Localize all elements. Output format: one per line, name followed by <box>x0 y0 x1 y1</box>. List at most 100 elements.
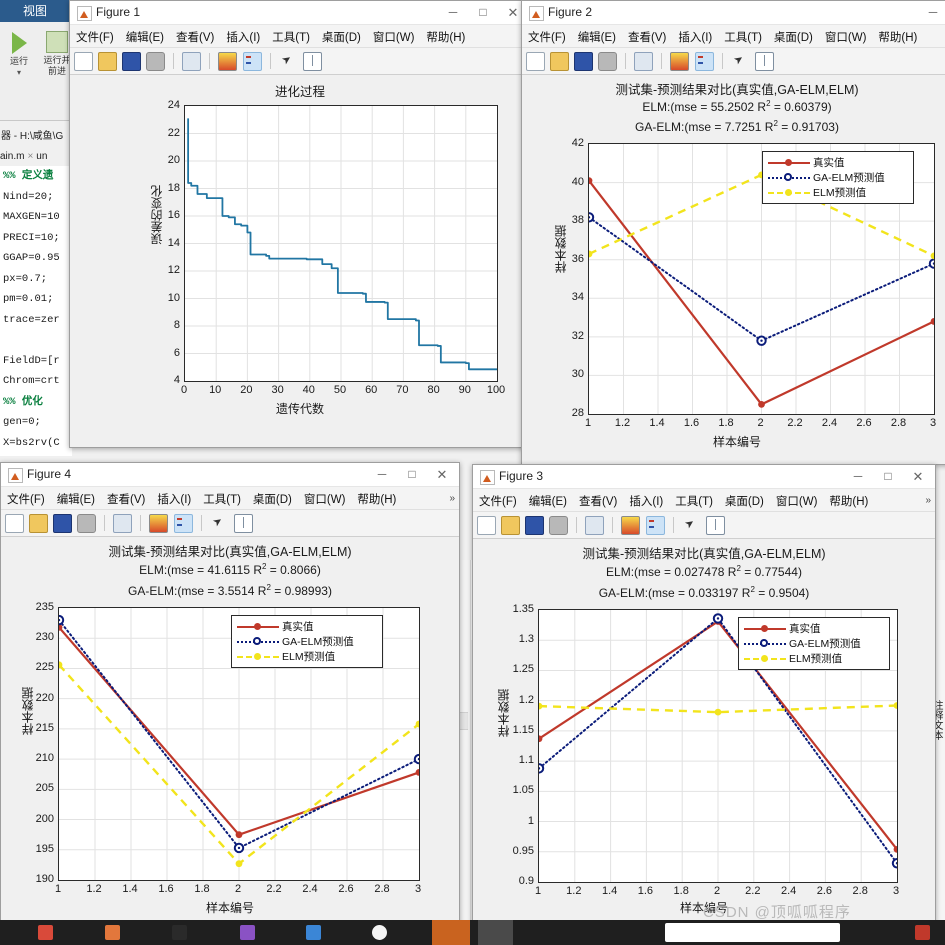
minimize-button[interactable]: ─ <box>843 465 873 488</box>
colorbar-icon[interactable] <box>621 516 641 535</box>
plot-properties-icon[interactable] <box>705 516 725 535</box>
new-figure-icon[interactable] <box>526 52 545 71</box>
taskbar-icon-1[interactable] <box>38 925 53 940</box>
figure4-titlebar[interactable]: Figure 4 ─ □ ✕ <box>1 463 459 487</box>
menu-edit[interactable]: 编辑(E) <box>120 25 170 45</box>
colorbar-icon[interactable] <box>670 52 690 71</box>
pointer-icon[interactable] <box>279 52 298 71</box>
run-button[interactable]: 运行 ▾ <box>2 28 36 78</box>
windows-taskbar[interactable] <box>0 920 945 945</box>
maximize-button[interactable]: □ <box>468 1 498 24</box>
figure2-menubar[interactable]: 文件(F) 编辑(E) 查看(V) 插入(I) 工具(T) 桌面(D) 窗口(W) 帮助(H) <box>522 25 945 48</box>
menu-help[interactable]: 帮助(H) <box>872 25 923 45</box>
taskbar-icon-4[interactable] <box>240 925 255 940</box>
menu-desktop[interactable]: 桌面(D) <box>768 25 819 45</box>
figure-window-2[interactable]: Figure 2 ─□ 文件(F)编辑(E)查看(V)插入(I)工具(T)桌面(… <box>521 0 945 465</box>
close-icon[interactable]: × <box>24 151 36 162</box>
editor-tab-next[interactable]: un <box>36 151 47 162</box>
taskbar-search-box[interactable] <box>665 923 840 942</box>
print-preview-icon[interactable] <box>634 52 654 71</box>
taskbar-icon-6[interactable] <box>372 925 387 940</box>
minimize-button[interactable]: ─ <box>367 463 397 486</box>
taskbar-icon-2[interactable] <box>105 925 120 940</box>
figure3-window-buttons[interactable]: ─ □ ✕ <box>843 465 933 488</box>
figure-window-4[interactable]: Figure 4 ─ □ ✕ 文件(F) 编辑(E) 查看(V) 插入(I) 工具(T) 桌面… <box>0 462 460 930</box>
figure3-menubar[interactable]: 文件(F) 编辑(E) 查看(V) 插入(I) 工具(T) 桌面(D) 窗口(W) 帮助(H)… <box>473 489 935 512</box>
save-figure-icon[interactable] <box>53 514 73 533</box>
figure2-window-buttons[interactable]: ─□ <box>918 1 945 24</box>
close-button[interactable]: ✕ <box>903 465 933 488</box>
print-preview-icon[interactable] <box>182 52 202 71</box>
menu-edit[interactable]: 编辑(E) <box>51 487 101 507</box>
taskbar-icon-3[interactable] <box>172 925 187 940</box>
save-figure-icon[interactable] <box>574 52 594 71</box>
pointer-icon[interactable] <box>210 514 229 533</box>
editor-tab-main[interactable]: ain.m <box>0 151 24 162</box>
print-icon[interactable] <box>549 516 569 535</box>
menu-file[interactable]: 文件(F) <box>473 489 523 509</box>
print-icon[interactable] <box>598 52 618 71</box>
open-figure-icon[interactable] <box>29 514 49 533</box>
print-preview-icon[interactable] <box>113 514 133 533</box>
chart-legend[interactable]: 真实值 GA-ELM预测值 ELM预测值 <box>231 615 383 668</box>
menu-view[interactable]: 查看(V) <box>573 489 623 509</box>
open-figure-icon[interactable] <box>550 52 570 71</box>
menu-help[interactable]: 帮助(H) <box>351 487 402 507</box>
figure4-window-buttons[interactable]: ─ □ ✕ <box>367 463 457 486</box>
figure4-toolbar[interactable] <box>1 510 459 537</box>
menu-tools[interactable]: 工具(T) <box>718 25 768 45</box>
legend-icon[interactable] <box>242 52 262 71</box>
menu-edit[interactable]: 编辑(E) <box>572 25 622 45</box>
figure1-menubar[interactable]: 文件(F) 编辑(E) 查看(V) 插入(I) 工具(T) 桌面(D) 窗口(W) 帮助(H)… <box>70 25 530 48</box>
chevron-down-icon[interactable]: ▾ <box>2 67 36 78</box>
chart-legend[interactable]: 真实值 GA-ELM预测值 ELM预测值 <box>738 617 890 670</box>
figure3-toolbar[interactable] <box>473 512 935 539</box>
editor-tabs[interactable]: ain.m × un <box>0 148 72 166</box>
ribbon-tab-view[interactable]: 视图 <box>0 0 70 22</box>
plot-properties-icon[interactable] <box>302 52 322 71</box>
menu-desktop[interactable]: 桌面(D) <box>247 487 298 507</box>
menu-tools[interactable]: 工具(T) <box>266 25 316 45</box>
menu-desktop[interactable]: 桌面(D) <box>719 489 770 509</box>
menu-window[interactable]: 窗口(W) <box>367 25 421 45</box>
chart-legend[interactable]: 真实值 GA-ELM预测值 ELM预测值 <box>762 151 914 204</box>
figure1-titlebar[interactable]: Figure 1 ─ □ ✕ <box>70 1 530 25</box>
menu-tools[interactable]: 工具(T) <box>197 487 247 507</box>
menu-view[interactable]: 查看(V) <box>101 487 151 507</box>
colorbar-icon[interactable] <box>218 52 238 71</box>
minimize-button[interactable]: ─ <box>438 1 468 24</box>
taskbar-icon-tray[interactable] <box>915 925 930 940</box>
taskbar-icon-8[interactable] <box>478 920 513 945</box>
menu-overflow-icon[interactable]: » <box>449 493 455 504</box>
pointer-icon[interactable] <box>731 52 750 71</box>
save-figure-icon[interactable] <box>525 516 545 535</box>
menu-insert[interactable]: 插入(I) <box>672 25 718 45</box>
open-figure-icon[interactable] <box>98 52 118 71</box>
menu-view[interactable]: 查看(V) <box>170 25 220 45</box>
figure3-titlebar[interactable]: Figure 3 ─ □ ✕ <box>473 465 935 489</box>
figure4-menubar[interactable]: 文件(F) 编辑(E) 查看(V) 插入(I) 工具(T) 桌面(D) 窗口(W) 帮助(H)… <box>1 487 459 510</box>
maximize-button[interactable]: □ <box>873 465 903 488</box>
figure2-titlebar[interactable]: Figure 2 ─□ <box>522 1 945 25</box>
new-figure-icon[interactable] <box>5 514 24 533</box>
close-button[interactable]: ✕ <box>427 463 457 486</box>
pointer-icon[interactable] <box>682 516 701 535</box>
menu-window[interactable]: 窗口(W) <box>770 489 824 509</box>
menu-help[interactable]: 帮助(H) <box>420 25 471 45</box>
menu-file[interactable]: 文件(F) <box>70 25 120 45</box>
menu-overflow-icon[interactable]: » <box>925 495 931 506</box>
legend-icon[interactable] <box>694 52 714 71</box>
print-icon[interactable] <box>146 52 166 71</box>
menu-tools[interactable]: 工具(T) <box>669 489 719 509</box>
taskbar-icon-matlab[interactable] <box>432 920 470 945</box>
print-icon[interactable] <box>77 514 97 533</box>
menu-edit[interactable]: 编辑(E) <box>523 489 573 509</box>
menu-window[interactable]: 窗口(W) <box>819 25 873 45</box>
colorbar-icon[interactable] <box>149 514 169 533</box>
menu-insert[interactable]: 插入(I) <box>623 489 669 509</box>
menu-view[interactable]: 查看(V) <box>622 25 672 45</box>
menu-insert[interactable]: 插入(I) <box>151 487 197 507</box>
editor-code-area[interactable]: %% 定义遗 Nind=20; MAXGEN=10 PRECI=10; GGAP… <box>0 166 72 456</box>
figure1-window-buttons[interactable]: ─ □ ✕ <box>438 1 528 24</box>
maximize-button[interactable]: □ <box>397 463 427 486</box>
